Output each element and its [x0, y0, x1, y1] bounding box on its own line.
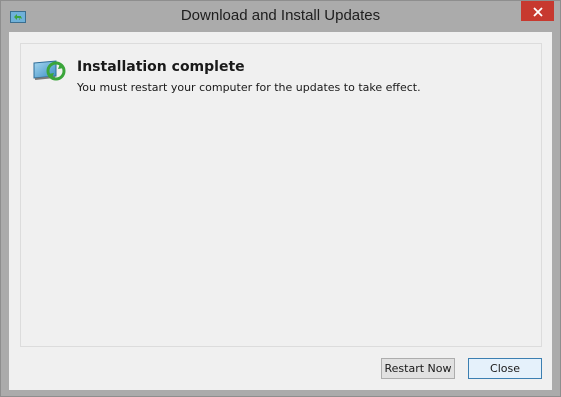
status-heading: Installation complete — [77, 59, 245, 75]
window-title: Download and Install Updates — [180, 7, 381, 24]
restart-now-button[interactable]: Restart Now — [381, 358, 455, 379]
status-message: You must restart your computer for the u… — [77, 81, 421, 94]
update-complete-icon — [32, 58, 66, 82]
close-button[interactable]: Close — [468, 358, 542, 379]
title-bar[interactable]: Download and Install Updates — [1, 1, 560, 32]
dialog-body: Installation complete You must restart y… — [9, 32, 552, 390]
dialog-window: Download and Install Updates Installatio… — [0, 0, 561, 397]
content-panel: Installation complete You must restart y… — [20, 43, 542, 347]
window-close-button[interactable] — [521, 1, 554, 21]
close-icon — [532, 2, 543, 21]
